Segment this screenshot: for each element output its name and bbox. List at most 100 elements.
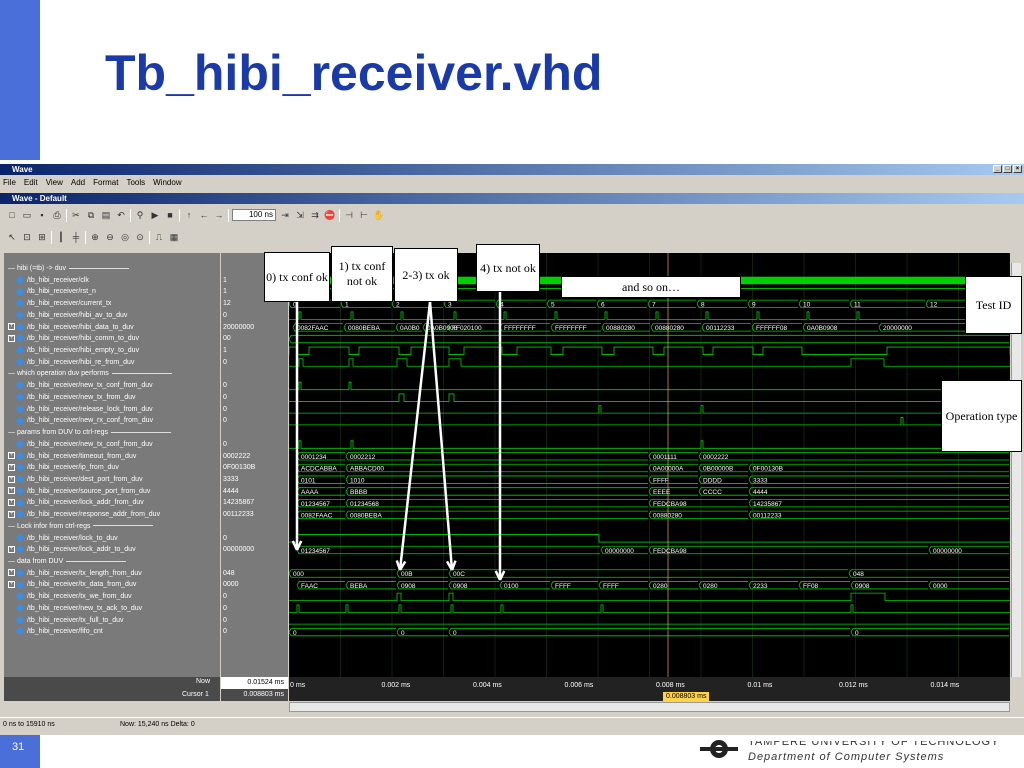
- zoom-in-icon[interactable]: ⊕: [89, 231, 101, 243]
- signal-row[interactable]: + /tb_hibi_receiver/lock_addr_from_duv: [4, 497, 144, 509]
- signal-row[interactable]: + /tb_hibi_receiver/hibi_comm_to_duv: [4, 333, 139, 345]
- expand-icon[interactable]: +: [8, 334, 15, 342]
- run-icon[interactable]: ▶: [149, 209, 161, 221]
- signal-row[interactable]: /tb_hibi_receiver/hibi_empty_to_duv: [4, 345, 139, 357]
- signal-row[interactable]: /tb_hibi_receiver/hibi_av_to_duv: [4, 310, 127, 322]
- right-arrow-icon[interactable]: →: [213, 209, 225, 221]
- signal-row[interactable]: /tb_hibi_receiver/tx_we_from_duv: [4, 591, 132, 603]
- status-bar: 0 ns to 15910 ns Now: 15,240 ns Delta: 0: [0, 717, 1024, 731]
- signal-row[interactable]: /tb_hibi_receiver/hibi_re_from_duv: [4, 357, 134, 369]
- continue-icon[interactable]: ⇉: [309, 209, 321, 221]
- signal-row[interactable]: /tb_hibi_receiver/release_lock_from_duv: [4, 404, 153, 416]
- step-over-icon[interactable]: ⇲: [294, 209, 306, 221]
- menu-window[interactable]: Window: [153, 176, 181, 190]
- maximize-button[interactable]: □: [1003, 165, 1012, 173]
- insert-icon[interactable]: ⊞: [36, 231, 48, 243]
- expand-icon[interactable]: +: [8, 463, 15, 471]
- cursor-time-tag[interactable]: 0.008803 ms: [663, 692, 710, 701]
- menu-format[interactable]: Format: [93, 176, 118, 190]
- signal-row[interactable]: /tb_hibi_receiver/tx_full_to_duv: [4, 615, 124, 627]
- save-icon[interactable]: ▪: [36, 209, 48, 221]
- undo-icon[interactable]: ↶: [115, 209, 127, 221]
- break-icon[interactable]: ■: [164, 209, 176, 221]
- paste-icon[interactable]: ▤: [100, 209, 112, 221]
- toolbar-separator: [85, 230, 86, 244]
- expand-icon[interactable]: +: [8, 452, 15, 460]
- select-icon[interactable]: ↖: [6, 231, 18, 243]
- expand-icon[interactable]: +: [8, 323, 15, 331]
- signal-row[interactable]: /tb_hibi_receiver/new_tx_from_duv: [4, 392, 136, 404]
- signal-row[interactable]: /tb_hibi_receiver/new_rx_conf_from_duv: [4, 415, 153, 427]
- bus-value-label: 00112233: [706, 325, 735, 332]
- signal-row[interactable]: /tb_hibi_receiver/lock_to_duv: [4, 533, 118, 545]
- menu-view[interactable]: View: [46, 176, 63, 190]
- horizontal-scrollbar[interactable]: [289, 702, 1010, 712]
- zoom-mode-icon[interactable]: ⊡: [21, 231, 33, 243]
- signal-row[interactable]: /tb_hibi_receiver/new_tx_conf_from_duv: [4, 439, 153, 451]
- signal-row[interactable]: + /tb_hibi_receiver/ip_from_duv: [4, 462, 119, 474]
- signal-row[interactable]: + /tb_hibi_receiver/response_addr_from_du…: [4, 509, 160, 521]
- signal-row[interactable]: /tb_hibi_receiver/new_tx_ack_to_duv: [4, 603, 142, 615]
- step-icon[interactable]: ⇥: [279, 209, 291, 221]
- zoom-cursor-icon[interactable]: ⊙: [134, 231, 146, 243]
- menu-edit[interactable]: Edit: [24, 176, 38, 190]
- expand-icon[interactable]: +: [8, 569, 15, 577]
- menu-add[interactable]: Add: [71, 176, 85, 190]
- signal-row[interactable]: /tb_hibi_receiver/new_tx_conf_from_duv: [4, 380, 153, 392]
- stop-icon[interactable]: ⛔: [324, 209, 336, 221]
- signal-row[interactable]: + /tb_hibi_receiver/hibi_data_to_duv: [4, 322, 134, 334]
- open-icon[interactable]: ▭: [21, 209, 33, 221]
- signal-divider[interactable]: — hibi (=tb) -> duv: [4, 263, 129, 275]
- signal-row[interactable]: + /tb_hibi_receiver/lock_addr_to_duv: [4, 544, 136, 556]
- zoom-full-icon[interactable]: ◎: [119, 231, 131, 243]
- expand-icon[interactable]: +: [8, 581, 15, 589]
- expand-icon[interactable]: +: [8, 475, 15, 483]
- signal-name: /tb_hibi_receiver/new_tx_from_duv: [27, 393, 136, 401]
- cut-icon[interactable]: ✂: [70, 209, 82, 221]
- signal-row[interactable]: /tb_hibi_receiver/rst_n: [4, 286, 96, 298]
- dataflow-icon[interactable]: ▦: [168, 231, 180, 243]
- signal-row[interactable]: /tb_hibi_receiver/current_tx: [4, 298, 111, 310]
- expand-icon[interactable]: +: [8, 487, 15, 495]
- find-icon[interactable]: ⚲: [134, 209, 146, 221]
- hand-icon[interactable]: ✋: [373, 209, 385, 221]
- signal-divider[interactable]: — Lock infor from ctrl-regs: [4, 521, 154, 533]
- print-icon[interactable]: ⎙: [51, 209, 63, 221]
- signal-row[interactable]: /tb_hibi_receiver/fifo_cnt: [4, 626, 103, 638]
- minimize-button[interactable]: _: [993, 165, 1002, 173]
- expand-icon[interactable]: +: [8, 545, 15, 553]
- up-arrow-icon[interactable]: ↑: [183, 209, 195, 221]
- signal-name: /tb_hibi_receiver/lock_addr_to_duv: [27, 546, 136, 554]
- subwindow-titlebar[interactable]: Wave - Default: [0, 193, 1024, 204]
- expand-icon[interactable]: +: [8, 510, 15, 518]
- run-length-input[interactable]: 100 ns: [232, 209, 276, 221]
- signal-row[interactable]: + /tb_hibi_receiver/source_port_from_duv: [4, 486, 150, 498]
- signal-row[interactable]: /tb_hibi_receiver/clk: [4, 275, 89, 287]
- menu-file[interactable]: File: [3, 176, 16, 190]
- edge-prev-icon[interactable]: ⊣: [343, 209, 355, 221]
- cursor-delete-icon[interactable]: ╪: [70, 231, 82, 243]
- menu-tools[interactable]: Tools: [126, 176, 145, 190]
- signal-row[interactable]: + /tb_hibi_receiver/tx_length_from_duv: [4, 568, 142, 580]
- window-titlebar[interactable]: Wave _ □ ×: [0, 164, 1024, 175]
- signal-divider[interactable]: — data from DUV: [4, 556, 127, 568]
- cursor-add-icon[interactable]: ┃: [55, 231, 67, 243]
- edge-next-icon[interactable]: ⊢: [358, 209, 370, 221]
- expand-icon[interactable]: +: [8, 499, 15, 507]
- copy-icon[interactable]: ⧉: [85, 209, 97, 221]
- left-arrow-icon[interactable]: ←: [198, 209, 210, 221]
- close-button[interactable]: ×: [1013, 165, 1022, 173]
- new-icon[interactable]: □: [6, 209, 18, 221]
- bus-value-label: FF020100: [452, 325, 482, 332]
- signal-divider[interactable]: — which operation duv performs: [4, 368, 172, 380]
- signal-row[interactable]: + /tb_hibi_receiver/tx_data_from_duv: [4, 579, 136, 591]
- signal-row[interactable]: + /tb_hibi_receiver/timeout_from_duv: [4, 451, 136, 463]
- waveform-icon[interactable]: ⎍: [153, 231, 165, 243]
- signal-row[interactable]: + /tb_hibi_receiver/dest_port_from_duv: [4, 474, 143, 486]
- signal-divider[interactable]: — params from DUV to ctrl-regs: [4, 427, 171, 439]
- time-axis[interactable]: 0.008803 ms 0 ms 0.002 ms 0.004 ms 0.006 ms…: [289, 677, 1010, 701]
- signal-name-pane[interactable]: — hibi (=tb) -> duv/tb_hibi_receiver/clk…: [4, 253, 220, 677]
- waveform-pane[interactable]: 0 1 2 3 4 5 6 7 8 9 10 11 12 0082FAAC 0080BEBA 0A0B0 0A0…: [289, 253, 1010, 677]
- signal-value-pane[interactable]: 1 1 12 0 20000000 00 1 0 0 0 0 0 0 0002222 0F00130B 333…: [221, 253, 288, 677]
- zoom-out-icon[interactable]: ⊖: [104, 231, 116, 243]
